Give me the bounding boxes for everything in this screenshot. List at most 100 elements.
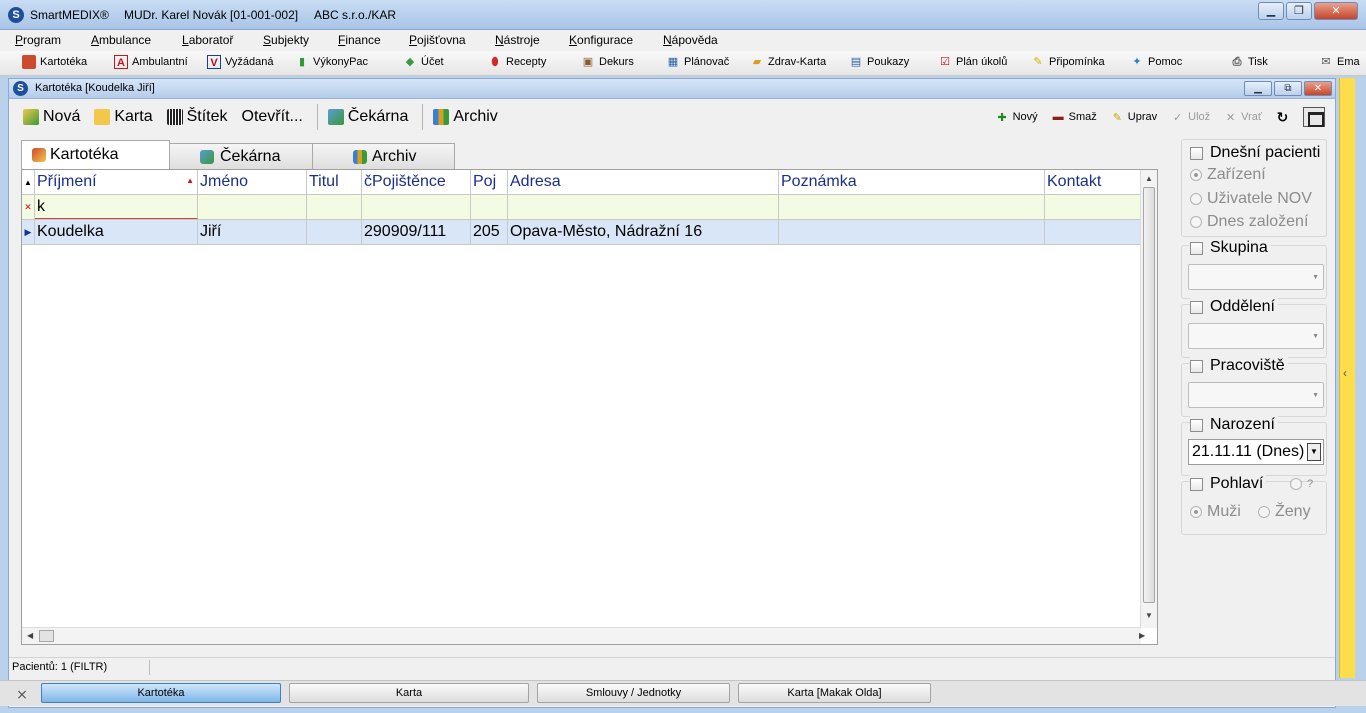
column-header-poj[interactable]: Poj — [471, 170, 508, 194]
cell-prijmeni[interactable]: Koudelka — [35, 220, 198, 244]
quick-vyzadana-button[interactable]: V Vyžádaná — [207, 55, 274, 69]
column-header-titul[interactable]: Titul — [307, 170, 362, 194]
quick-planovac-button[interactable]: ▦ Plánovač — [666, 55, 729, 69]
window-tab-karta-makak[interactable]: Karta [Makak Olda] — [738, 683, 931, 703]
stitek-button[interactable]: Štítek — [166, 108, 228, 126]
column-header-poznamka[interactable]: Poznámka — [779, 170, 1045, 194]
quick-email-button[interactable]: ✉ Ema — [1319, 55, 1359, 69]
column-header-prijmeni[interactable]: Příjmení ▲ — [35, 170, 198, 194]
otevrit-button[interactable]: Otevřít... — [242, 108, 303, 126]
quick-ambulantni-button[interactable]: A Ambulantní — [114, 55, 188, 69]
menu-pojistovna[interactable]: Pojišťovna — [409, 33, 466, 47]
checkbox-box[interactable] — [1190, 146, 1203, 160]
radio-dot[interactable] — [1190, 169, 1202, 181]
scroll-right-icon[interactable]: ▶ — [1139, 631, 1145, 640]
cell-poznamka[interactable] — [779, 220, 1045, 244]
novy-button[interactable]: ✚ Nový — [996, 111, 1038, 124]
quick-planukolu-button[interactable]: ☑ Plán úkolů — [938, 55, 1007, 69]
radio-zeny[interactable]: Ženy — [1258, 503, 1311, 521]
child-close-button[interactable]: ✕ — [1304, 81, 1332, 96]
tab-archiv[interactable]: Archiv — [312, 143, 455, 169]
scroll-left-icon[interactable]: ◀ — [27, 631, 33, 640]
filter-jmeno-input[interactable] — [198, 195, 307, 219]
radio-dot[interactable] — [1290, 478, 1302, 490]
tab-cekarna[interactable]: Čekárna — [169, 143, 313, 169]
quick-poukazy-button[interactable]: ▤ Poukazy — [849, 55, 909, 69]
radio-uzivatele[interactable]: Uživatele NOV — [1190, 190, 1312, 208]
menu-ambulance[interactable]: Ambulance — [91, 33, 151, 47]
pracoviste-select[interactable]: ▼ — [1188, 382, 1324, 408]
filter-prijmeni-input[interactable]: k — [35, 195, 198, 219]
filter-cpojistence-input[interactable] — [362, 195, 471, 219]
radio-dot[interactable] — [1258, 506, 1270, 518]
filter-titul-input[interactable] — [307, 195, 362, 219]
cell-cpojistence[interactable]: 290909/111 — [362, 220, 471, 244]
horizontal-scroll-thumb[interactable] — [39, 630, 54, 642]
skupina-select[interactable]: ▼ — [1188, 264, 1324, 290]
archiv-toolbar-button[interactable]: Archiv — [433, 108, 498, 126]
radio-muzi[interactable]: Muži — [1190, 503, 1241, 521]
menu-subjekty[interactable]: Subjekty — [263, 33, 309, 47]
cell-poj[interactable]: 205 — [471, 220, 508, 244]
vertical-scrollbar[interactable]: ▲ ▼ — [1140, 170, 1157, 628]
filter-kontakt-input[interactable] — [1045, 195, 1154, 219]
radio-dot[interactable] — [1190, 193, 1202, 205]
quick-tisk-button[interactable]: ⎙ Tisk — [1230, 55, 1268, 69]
scroll-down-icon[interactable]: ▼ — [1145, 611, 1153, 620]
checkbox-box[interactable] — [1190, 241, 1203, 255]
cell-titul[interactable] — [307, 220, 362, 244]
quick-pripominka-button[interactable]: ✎ Připomínka — [1031, 55, 1104, 69]
vertical-scroll-thumb[interactable] — [1143, 187, 1155, 603]
cekarna-toolbar-button[interactable]: Čekárna — [327, 108, 408, 126]
refresh-button[interactable]: ↻ — [1276, 109, 1293, 126]
close-button[interactable]: ✕ — [1314, 2, 1358, 20]
panel-collapse-bar[interactable]: ‹ — [1339, 78, 1355, 678]
nova-button[interactable]: Nová — [23, 108, 80, 126]
cell-jmeno[interactable]: Jiří — [198, 220, 307, 244]
radio-pohlavi-unknown[interactable]: ? — [1290, 478, 1313, 490]
chevron-down-icon[interactable]: ▼ — [1307, 443, 1321, 461]
table-row[interactable]: ▶ Koudelka Jiří 290909/111 205 Opava-Měs… — [22, 220, 1154, 245]
checkbox-box[interactable] — [1190, 300, 1203, 314]
checkbox-box[interactable] — [1190, 359, 1203, 373]
close-all-icon[interactable]: ⨯ — [14, 686, 30, 702]
quick-dekurs-button[interactable]: ▣ Dekurs — [581, 55, 634, 69]
pracoviste-checkbox[interactable]: Pracoviště — [1190, 357, 1288, 375]
menu-nastroje[interactable]: Nástroje — [495, 33, 540, 47]
minimize-button[interactable]: ▁ — [1258, 2, 1284, 20]
clear-filter-icon[interactable]: ✕ — [22, 195, 35, 219]
window-tab-kartoteka[interactable]: Kartotéka — [41, 683, 281, 703]
quick-vykonypac-button[interactable]: ▮ VýkonyPac — [295, 55, 368, 69]
window-tab-smlouvy[interactable]: Smlouvy / Jednotky — [537, 683, 730, 703]
menu-konfigurace[interactable]: Konfigurace — [569, 33, 633, 47]
radio-dnes-zalozeni[interactable]: Dnes založení — [1190, 213, 1308, 231]
panel-toggle-button[interactable] — [1303, 107, 1325, 127]
radio-zarizeni[interactable]: Zařízení — [1190, 166, 1266, 184]
window-tab-karta[interactable]: Karta — [289, 683, 529, 703]
oddeleni-select[interactable]: ▼ — [1188, 323, 1324, 349]
uprav-button[interactable]: ✎ Uprav — [1111, 111, 1157, 124]
horizontal-scrollbar[interactable]: ◀ ▶ — [22, 627, 1145, 644]
column-header-adresa[interactable]: Adresa — [508, 170, 779, 194]
vrat-button[interactable]: ✕ Vrať — [1224, 111, 1262, 124]
menu-program[interactable]: Program — [15, 33, 61, 47]
checkbox-box[interactable] — [1190, 418, 1203, 432]
cell-kontakt[interactable] — [1045, 220, 1154, 244]
menu-napoveda[interactable]: Nápověda — [663, 33, 718, 47]
menu-finance[interactable]: Finance — [338, 33, 381, 47]
scroll-up-icon[interactable]: ▲ — [1145, 174, 1153, 183]
pohlavi-checkbox[interactable]: Pohlaví — [1190, 475, 1267, 493]
maximize-button[interactable]: ❐ — [1286, 2, 1312, 20]
filter-poznamka-input[interactable] — [779, 195, 1045, 219]
column-header-jmeno[interactable]: Jméno — [198, 170, 307, 194]
karta-button[interactable]: Karta — [94, 108, 153, 126]
narozeni-date-field[interactable]: 21.11.11 (Dnes) ▼ — [1188, 439, 1324, 465]
filter-adresa-input[interactable] — [508, 195, 779, 219]
child-minimize-button[interactable]: ▁ — [1244, 81, 1272, 96]
quick-pomoc-button[interactable]: ✦ Pomoc — [1130, 55, 1182, 69]
dnesni-checkbox[interactable]: Dnešní pacienti — [1190, 144, 1320, 162]
cell-adresa[interactable]: Opava-Město, Nádražní 16 — [508, 220, 779, 244]
filter-poj-input[interactable] — [471, 195, 508, 219]
column-header-cpojistence[interactable]: čPojištěnce — [362, 170, 471, 194]
uloz-button[interactable]: ✓ Ulož — [1171, 111, 1210, 124]
